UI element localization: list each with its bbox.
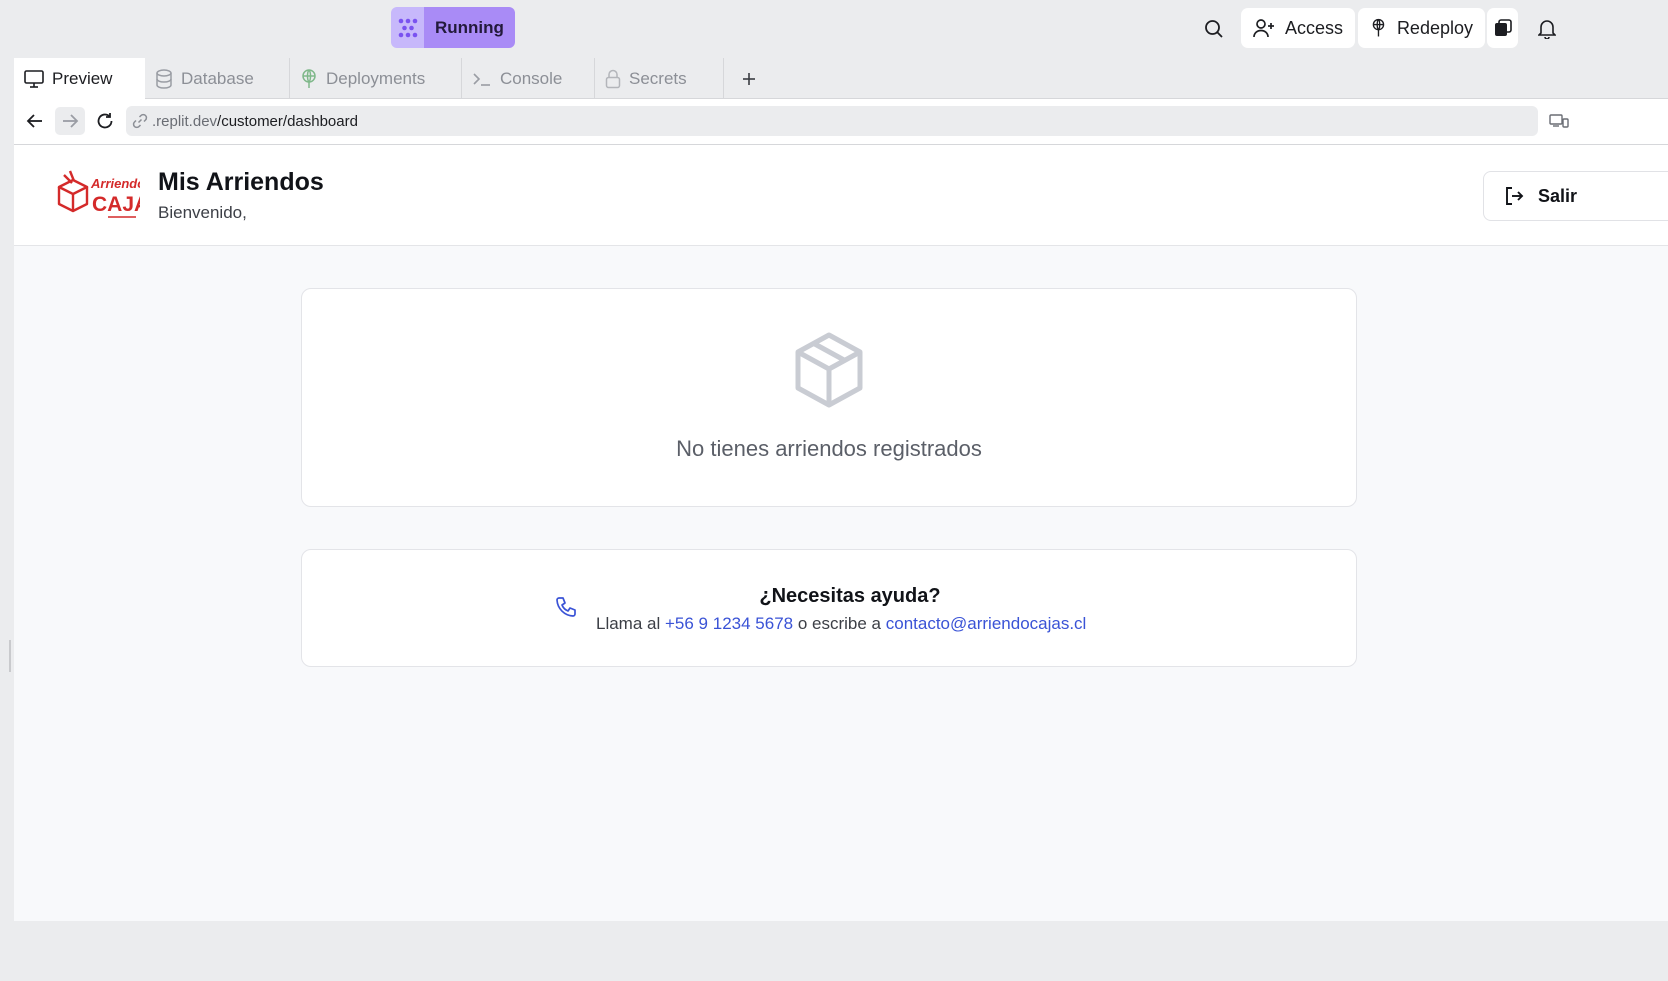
layout-toggle-button[interactable] <box>1487 8 1518 48</box>
lock-icon <box>605 69 621 88</box>
search-button[interactable] <box>1199 14 1229 44</box>
notifications-button[interactable] <box>1533 14 1561 44</box>
add-user-icon <box>1253 19 1274 38</box>
arriendo-cajas-logo: Arriendo CAJAS <box>57 170 140 218</box>
access-label: Access <box>1285 17 1344 38</box>
help-title: ¿Necesitas ayuda? <box>759 585 941 607</box>
tab-bar: Preview Database Deployments Console Sec… <box>14 58 1668 99</box>
phone-link[interactable]: +56 9 1234 5678 <box>665 614 793 633</box>
reload-icon <box>97 113 113 129</box>
deploy-icon <box>1372 18 1385 37</box>
redeploy-button[interactable]: Redeploy <box>1358 8 1485 48</box>
svg-text:CAJAS: CAJAS <box>92 193 140 216</box>
email-link[interactable]: contacto@arriendocajas.cl <box>886 614 1087 633</box>
deploy-icon <box>302 68 316 88</box>
top-bar: Running Access Redeploy <box>0 0 1668 58</box>
workflow-icon <box>398 18 417 37</box>
empty-message: No tienes arriendos registrados <box>676 436 982 461</box>
address-bar: .replit.dev/customer/dashboard <box>14 99 1668 145</box>
running-button[interactable]: Running <box>424 7 515 48</box>
back-button[interactable] <box>20 107 50 135</box>
devices-icon <box>1549 114 1569 128</box>
bell-icon <box>1538 20 1556 39</box>
tab-secrets[interactable]: Secrets <box>595 58 724 99</box>
rentals-empty-state: No tienes arriendos registrados <box>301 288 1357 507</box>
redeploy-label: Redeploy <box>1396 17 1473 38</box>
run-control: Running <box>391 7 515 48</box>
logout-icon <box>1506 187 1524 205</box>
arrow-left-icon <box>26 114 42 128</box>
help-middle: o escribe a <box>797 614 882 633</box>
tab-console[interactable]: Console <box>462 58 595 99</box>
run-menu-button[interactable] <box>391 7 424 48</box>
tab-deployments[interactable]: Deployments <box>290 58 462 99</box>
plus-icon <box>743 72 755 85</box>
help-card: ¿Necesitas ayuda? Llama al +56 9 1234 56… <box>301 549 1357 667</box>
preview-frame: Arriendo CAJAS Mis Arriendos Bienvenido,… <box>14 145 1668 921</box>
monitor-icon <box>24 69 44 88</box>
forward-button[interactable] <box>55 107 85 135</box>
devices-button[interactable] <box>1544 107 1574 135</box>
url-domain: .replit.dev <box>152 112 218 130</box>
database-icon <box>156 68 172 89</box>
panels-icon <box>1494 19 1512 36</box>
page-title: Mis Arriendos <box>158 168 324 196</box>
help-contact-line: Llama al +56 9 1234 5678 o escribe a con… <box>596 614 1086 634</box>
svg-text:Arriendo: Arriendo <box>90 176 140 191</box>
link-icon <box>132 113 148 129</box>
help-prefix: Llama al <box>596 614 661 633</box>
running-label: Running <box>435 17 504 37</box>
package-icon <box>795 332 863 408</box>
access-button[interactable]: Access <box>1241 8 1356 48</box>
tab-label: Console <box>500 68 563 88</box>
app-header: Arriendo CAJAS Mis Arriendos Bienvenido,… <box>14 145 1668 246</box>
terminal-icon <box>473 72 490 86</box>
tab-preview[interactable]: Preview <box>14 58 145 99</box>
tab-label: Deployments <box>326 68 426 88</box>
tab-label: Secrets <box>629 68 687 88</box>
reload-button[interactable] <box>90 107 120 135</box>
tab-label: Database <box>181 68 254 88</box>
search-icon <box>1205 20 1223 38</box>
arrow-right-icon <box>63 114 79 128</box>
tab-database[interactable]: Database <box>145 58 290 99</box>
url-path: /customer/dashboard <box>217 112 358 130</box>
welcome-text: Bienvenido, <box>158 203 247 222</box>
panel-resize-handle[interactable] <box>9 640 11 672</box>
logout-button[interactable]: Salir <box>1483 171 1668 221</box>
url-input[interactable]: .replit.dev/customer/dashboard <box>126 106 1538 136</box>
tab-label: Preview <box>52 68 113 88</box>
logout-label: Salir <box>1538 185 1578 206</box>
new-tab-button[interactable] <box>734 58 764 99</box>
